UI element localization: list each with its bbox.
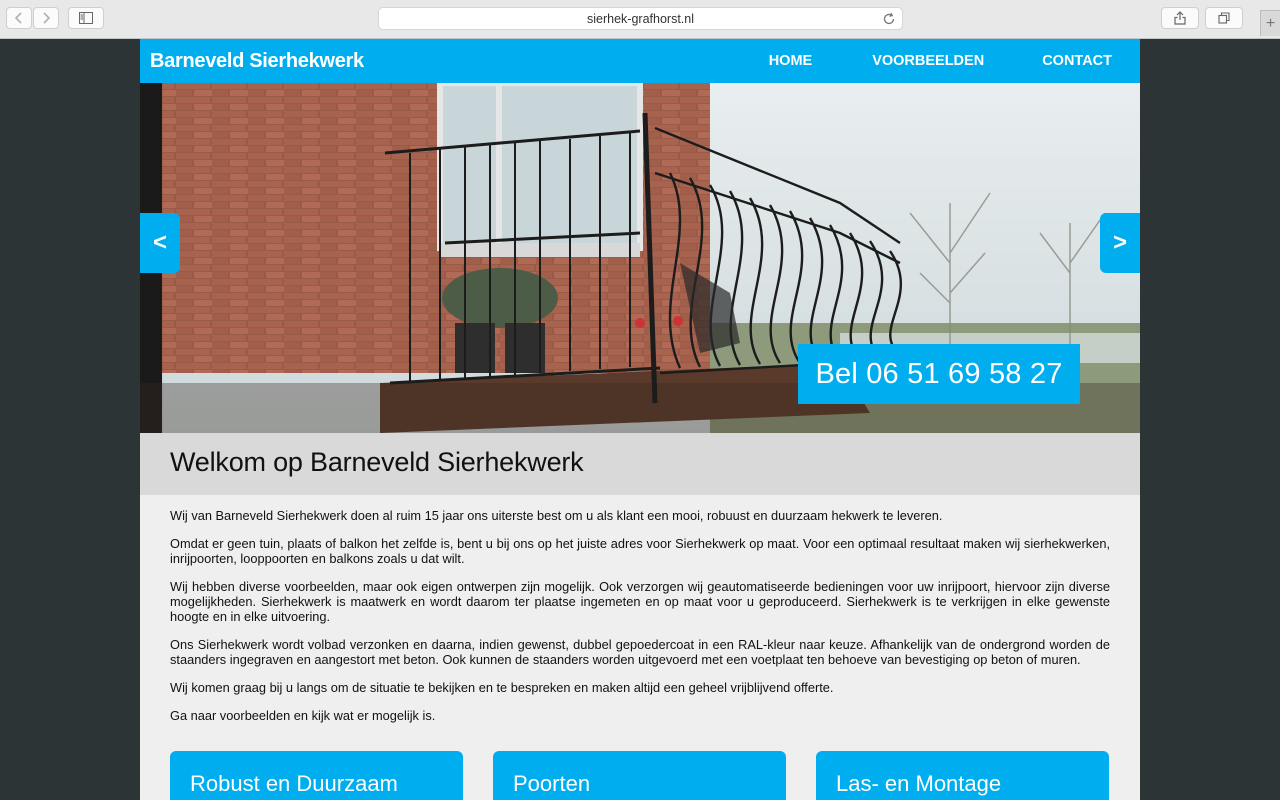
card-robust[interactable]: Robust en Duurzaam — [170, 751, 463, 800]
slider-next-button[interactable]: > — [1100, 213, 1140, 273]
call-phone-banner[interactable]: Bel 06 51 69 58 27 — [798, 344, 1080, 404]
paragraph: Omdat er geen tuin, plaats of balkon het… — [170, 536, 1110, 566]
reload-icon[interactable] — [882, 12, 896, 26]
card-las-montage[interactable]: Las- en Montage — [816, 751, 1109, 800]
share-button[interactable] — [1161, 7, 1199, 29]
chevron-left-icon — [14, 12, 22, 24]
card-title: Las- en Montage — [836, 771, 1002, 796]
back-button[interactable] — [6, 7, 32, 29]
browser-toolbar: sierhek-grafhorst.nl + — [0, 0, 1280, 39]
paragraph: Wij van Barneveld Sierhekwerk doen al ru… — [170, 508, 943, 523]
paragraph: Wij komen graag bij u langs om de situat… — [170, 680, 834, 695]
page-title: Welkom op Barneveld Sierhekwerk — [170, 447, 584, 477]
intro-text: Wij van Barneveld Sierhekwerk doen al ru… — [140, 495, 1140, 723]
welcome-banner: Welkom op Barneveld Sierhekwerk — [140, 433, 1140, 495]
hero-slider: < > Bel 06 51 69 58 27 — [140, 83, 1140, 433]
site-header: Barneveld Sierhekwerk HOME VOORBEELDEN C… — [140, 39, 1140, 83]
sidebar-icon — [79, 12, 93, 24]
card-poorten[interactable]: Poorten — [493, 751, 786, 800]
address-bar[interactable]: sierhek-grafhorst.nl — [378, 7, 903, 30]
main-nav: HOME VOORBEELDEN CONTACT — [739, 39, 1140, 83]
paragraph: Ga naar voorbeelden en kijk wat er mogel… — [170, 708, 436, 723]
paragraph: Wij hebben diverse voorbeelden, maar ook… — [170, 579, 1110, 624]
tabs-overview-button[interactable] — [1205, 7, 1243, 29]
tabs-icon — [1218, 12, 1230, 24]
nav-voorbeelden[interactable]: VOORBEELDEN — [842, 39, 1012, 83]
slider-prev-button[interactable]: < — [140, 213, 180, 273]
new-tab-button[interactable]: + — [1260, 10, 1280, 36]
plus-icon: + — [1265, 14, 1276, 32]
nav-home[interactable]: HOME — [739, 39, 843, 83]
card-title: Poorten — [513, 771, 591, 796]
website: Barneveld Sierhekwerk HOME VOORBEELDEN C… — [140, 39, 1140, 800]
paragraph: Ons Sierhekwerk wordt volbad verzonken e… — [170, 637, 1110, 667]
forward-button[interactable] — [33, 7, 59, 29]
feature-cards: Robust en Duurzaam Poorten Las- en Monta… — [170, 751, 1110, 800]
chevron-right-icon — [43, 12, 51, 24]
card-title: Robust en Duurzaam — [190, 771, 398, 796]
share-icon — [1174, 11, 1186, 25]
site-logo[interactable]: Barneveld Sierhekwerk — [150, 50, 364, 73]
sidebar-toggle-button[interactable] — [68, 7, 104, 29]
nav-contact[interactable]: CONTACT — [1012, 39, 1140, 83]
url-text: sierhek-grafhorst.nl — [587, 11, 694, 26]
